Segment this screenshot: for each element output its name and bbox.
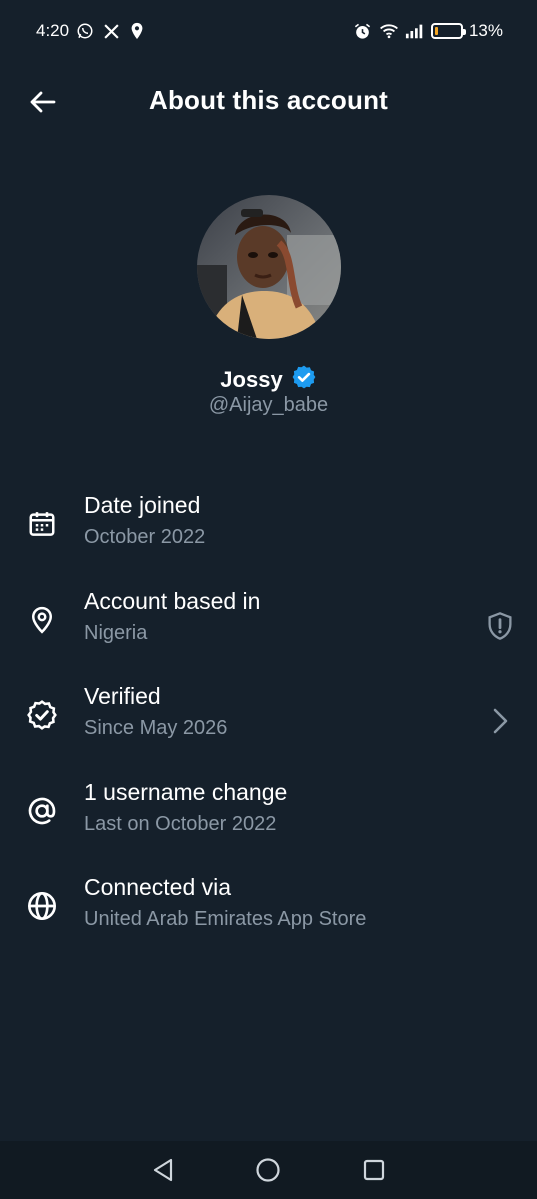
- back-triangle-icon[interactable]: [143, 1150, 183, 1190]
- wifi-icon: [379, 21, 399, 41]
- profile-avatar[interactable]: [197, 195, 341, 339]
- battery-icon: [430, 23, 466, 39]
- info-value: Since May 2026: [84, 717, 228, 739]
- info-item-date-joined: Date joined October 2022: [0, 478, 537, 574]
- x-logo-icon: [101, 21, 121, 41]
- back-button[interactable]: [24, 84, 60, 120]
- shield-alert-icon[interactable]: [485, 610, 515, 642]
- profile-name: Jossy: [220, 366, 283, 392]
- account-info-list: Date joined October 2022 Account based i…: [0, 478, 537, 956]
- info-value: Last on October 2022: [84, 812, 277, 835]
- info-label: Verified: [84, 683, 161, 709]
- arrow-left-icon: [30, 91, 56, 113]
- status-bar-right: 13%: [353, 21, 503, 41]
- info-label: Connected via: [84, 874, 232, 900]
- battery-level-fill: [434, 27, 439, 35]
- page-header: About this account: [0, 62, 537, 138]
- page-title: About this account: [148, 84, 389, 115]
- home-circle-icon[interactable]: [248, 1150, 288, 1190]
- system-nav-bar: [0, 1141, 537, 1199]
- calendar-icon: [24, 506, 60, 542]
- chevron-right-icon[interactable]: [485, 705, 515, 737]
- signal-icon: [405, 21, 425, 41]
- info-value: Nigeria: [84, 621, 148, 644]
- globe-icon: [24, 888, 60, 924]
- whatsapp-icon: [75, 21, 95, 41]
- profile-handle: @Aijay_babe: [208, 394, 329, 416]
- info-value: United Arab Emirates App Store: [84, 908, 367, 930]
- verified-badge-icon: [24, 697, 60, 733]
- status-time: 4:20: [36, 21, 70, 40]
- info-label: Account based in: [84, 587, 261, 614]
- at-sign-icon: [24, 793, 60, 829]
- info-item-username-change: 1 username change Last on October 2022: [0, 765, 537, 861]
- info-label: 1 username change: [84, 778, 288, 805]
- profile-name-row: Jossy: [0, 364, 537, 395]
- info-item-verified[interactable]: Verified Since May 2026: [0, 669, 537, 765]
- location-pin-icon: [24, 602, 60, 638]
- verified-badge-icon: [291, 364, 317, 395]
- status-bar-left: 4:20: [36, 21, 147, 41]
- info-item-connected-via: Connected via United Arab Emirates App S…: [0, 860, 537, 956]
- location-icon: [127, 21, 147, 41]
- info-value: October 2022: [84, 526, 206, 548]
- alarm-icon: [353, 21, 373, 41]
- battery-percent: 13%: [468, 21, 503, 40]
- info-item-account-based-in: Account based in Nigeria: [0, 574, 537, 670]
- status-bar: 4:20 13%: [0, 0, 537, 62]
- info-label: Date joined: [84, 492, 201, 518]
- recents-square-icon[interactable]: [354, 1150, 394, 1190]
